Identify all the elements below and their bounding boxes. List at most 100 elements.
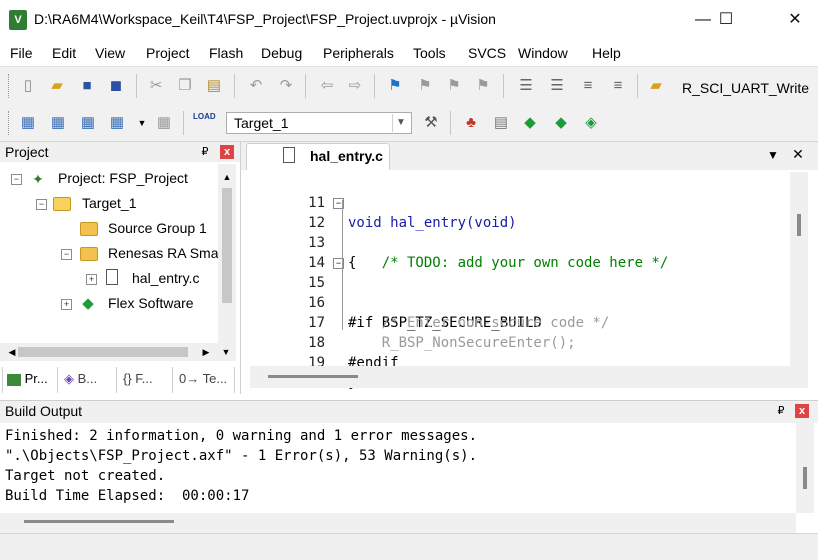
chevron-down-icon[interactable]: ▼ xyxy=(392,114,409,132)
folder-icon xyxy=(80,247,98,261)
bookmark-flag-icon[interactable]: ⚑ xyxy=(385,76,405,96)
copy-icon[interactable]: ❐ xyxy=(175,76,195,96)
chevron-down-icon[interactable]: ▼ xyxy=(132,113,152,133)
indent-icon[interactable]: ☰ xyxy=(516,76,536,96)
unindent-icon[interactable]: ☰ xyxy=(547,76,567,96)
build-icon[interactable]: ▦ xyxy=(48,113,68,133)
tab-templates[interactable]: 0→ Te... xyxy=(175,367,235,393)
tree-item-renesas-ra[interactable]: Renesas RA Sma xyxy=(108,245,219,261)
cut-icon[interactable]: ✂ xyxy=(146,76,166,96)
editor-vscroll-thumb[interactable] xyxy=(797,214,801,236)
translate-icon[interactable]: ▦ xyxy=(18,113,38,133)
uncomment-icon[interactable]: ≡ xyxy=(608,76,628,96)
redo-icon[interactable]: ↷ xyxy=(276,76,296,96)
pin-icon[interactable]: ₽ xyxy=(198,145,212,159)
close-build-output-button[interactable]: x xyxy=(795,404,809,418)
rebuild-icon[interactable]: ▦ xyxy=(78,113,98,133)
run-time-environment-icon[interactable]: ◆ xyxy=(551,113,571,133)
tab-project[interactable]: Pr... xyxy=(2,367,58,393)
code-line: 16 /* Enter non-secure code */ xyxy=(308,295,610,331)
code-line: 19 } xyxy=(250,333,790,391)
next-bookmark-icon[interactable]: ⚑ xyxy=(444,76,464,96)
options-for-target-icon[interactable]: ⚒ xyxy=(421,113,441,133)
collapse-icon[interactable]: − xyxy=(36,199,47,210)
manage-project-items-icon[interactable]: ♣ xyxy=(461,113,481,133)
close-window-button[interactable]: ✕ xyxy=(772,0,818,40)
expand-icon[interactable]: + xyxy=(61,299,72,310)
load-download-icon[interactable]: LOAD xyxy=(193,112,216,132)
project-hscroll-thumb[interactable] xyxy=(18,347,188,357)
pack-installer-icon[interactable]: ◆ xyxy=(520,113,540,133)
tree-item-project[interactable]: Project: FSP_Project xyxy=(58,170,188,186)
books-icon: ◈ xyxy=(64,371,74,386)
tree-item-target[interactable]: Target_1 xyxy=(82,195,136,211)
save-all-icon[interactable]: ◼ xyxy=(106,76,126,96)
scroll-right-icon[interactable]: ▶ xyxy=(196,342,216,362)
stop-build-icon[interactable]: ▦ xyxy=(154,113,174,133)
project-tab-icon xyxy=(7,373,21,386)
configuration-wizard-icon[interactable]: ◈ xyxy=(581,113,601,133)
flex-software-icon: ◆ xyxy=(82,295,94,312)
menu-file[interactable]: File xyxy=(10,45,33,61)
menu-flash[interactable]: Flash xyxy=(209,45,243,61)
scroll-up-icon[interactable]: ▲ xyxy=(217,167,237,187)
editor-hscroll-thumb[interactable] xyxy=(268,375,358,378)
paste-icon[interactable]: ▤ xyxy=(204,76,224,96)
close-tab-button[interactable]: ✕ xyxy=(791,147,805,161)
build-hscroll-thumb[interactable] xyxy=(24,520,174,523)
target-select[interactable]: Target_1 ▼ xyxy=(226,112,412,134)
target-folder-icon xyxy=(53,197,71,211)
tab-functions[interactable]: {} F... xyxy=(119,367,173,393)
menu-project[interactable]: Project xyxy=(146,45,190,61)
menu-tools[interactable]: Tools xyxy=(413,45,446,61)
c-file-icon xyxy=(106,269,118,285)
menu-view[interactable]: View xyxy=(95,45,125,61)
new-file-icon[interactable]: ▯ xyxy=(18,76,38,96)
expand-icon[interactable]: + xyxy=(86,274,97,285)
tree-item-source-group[interactable]: Source Group 1 xyxy=(108,220,207,236)
code-line: 14 xyxy=(308,255,325,271)
menu-window[interactable]: Window xyxy=(518,45,568,61)
project-vscroll-thumb[interactable] xyxy=(222,188,232,303)
close-panel-button[interactable]: x xyxy=(220,145,234,159)
find-text-field[interactable]: R_SCI_UART_Write xyxy=(682,80,809,96)
comment-icon[interactable]: ≡ xyxy=(578,76,598,96)
undo-icon[interactable]: ↶ xyxy=(246,76,266,96)
toolbar-grip[interactable] xyxy=(8,111,12,135)
code-line: 13 /* TODO: add your own code here */ xyxy=(308,235,669,271)
menu-peripherals[interactable]: Peripherals xyxy=(323,45,394,61)
find-in-files-icon[interactable]: ▰ xyxy=(646,76,666,96)
navigate-back-icon[interactable]: ⇦ xyxy=(317,76,337,96)
build-vscroll-thumb[interactable] xyxy=(803,467,807,489)
toolbar-grip[interactable] xyxy=(8,74,12,98)
code-line: 17 R_BSP_NonSecureEnter(); xyxy=(308,315,576,351)
navigate-forward-icon[interactable]: ⇨ xyxy=(345,76,365,96)
build-output-hscrollbar[interactable] xyxy=(0,513,796,533)
menu-help[interactable]: Help xyxy=(592,45,621,61)
collapse-icon[interactable]: − xyxy=(61,249,72,260)
open-folder-icon[interactable]: ▰ xyxy=(47,76,67,96)
tab-books[interactable]: ◈ B... xyxy=(60,367,117,393)
pin-icon[interactable]: ₽ xyxy=(774,404,788,418)
tree-item-flex-software[interactable]: Flex Software xyxy=(108,295,194,311)
editor-vscrollbar[interactable] xyxy=(790,172,808,388)
uvision-app-icon[interactable]: V xyxy=(9,10,27,30)
project-panel-title: Project xyxy=(5,144,49,160)
prev-bookmark-icon[interactable]: ⚑ xyxy=(415,76,435,96)
collapse-icon[interactable]: − xyxy=(11,174,22,185)
select-packs-icon[interactable]: ▤ xyxy=(491,113,511,133)
scroll-down-icon[interactable]: ▼ xyxy=(216,342,236,362)
maximize-button[interactable]: ☐ xyxy=(703,0,749,40)
save-icon[interactable]: ■ xyxy=(77,76,97,96)
clear-bookmarks-icon[interactable]: ⚑ xyxy=(473,76,493,96)
build-output-line: Target not created. xyxy=(5,468,166,484)
batch-build-icon[interactable]: ▦ xyxy=(107,113,127,133)
tree-item-hal-entry[interactable]: hal_entry.c xyxy=(132,270,199,286)
menu-debug[interactable]: Debug xyxy=(261,45,302,61)
menu-svcs[interactable]: SVCS xyxy=(468,45,506,61)
build-output-title: Build Output xyxy=(5,403,83,419)
build-output-line: Finished: 2 information, 0 warning and 1… xyxy=(5,428,478,444)
tab-list-chevron-icon[interactable]: ▼ xyxy=(766,148,780,162)
target-select-value: Target_1 xyxy=(234,115,289,131)
menu-edit[interactable]: Edit xyxy=(52,45,76,61)
